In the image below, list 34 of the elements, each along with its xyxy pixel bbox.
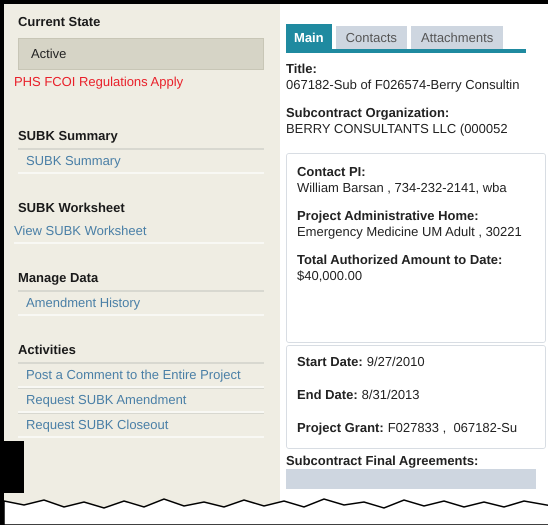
field-label: Project Grant: — [297, 420, 384, 436]
field-label: Start Date: — [297, 354, 363, 370]
field-value: BERRY CONSULTANTS LLC (000052 — [286, 121, 509, 137]
section-heading: Subcontract Final Agreements: — [286, 453, 480, 469]
sidebar-link[interactable]: Request SUBK Amendment — [18, 388, 264, 413]
section-heading: SUBK Worksheet — [18, 200, 126, 216]
field-label: Project Administrative Home: — [297, 208, 480, 224]
field-label: Contact PI: — [297, 164, 367, 180]
section-heading: Activities — [18, 342, 77, 358]
sidebar-link[interactable]: Post a Comment to the Entire Project — [18, 364, 264, 388]
field-value: Emergency Medicine UM Adult , 30221 — [297, 224, 523, 240]
tab[interactable]: Attachments — [410, 26, 504, 49]
field-value: William Barsan , 734-232-2141, wba — [297, 180, 508, 196]
field-label: Total Authorized Amount to Date: — [297, 252, 504, 268]
section-heading: Manage Data — [18, 270, 100, 286]
field-label: End Date: — [297, 387, 358, 403]
regulations-notice: PHS FCOI Regulations Apply — [14, 74, 184, 90]
sidebar-link[interactable]: View SUBK Worksheet — [14, 220, 264, 244]
field-label: Title: — [286, 61, 318, 77]
tab[interactable]: Main — [286, 24, 332, 49]
state-badge: Active — [18, 38, 264, 70]
section-heading: Current State — [18, 14, 102, 30]
field-value: $40,000.00 — [297, 268, 364, 284]
field-label: Subcontract Organization: — [286, 105, 450, 121]
field-value: F027833 , 067182-Su — [388, 420, 518, 436]
section-heading: SUBK Summary — [18, 128, 119, 144]
sidebar-link[interactable]: Request SUBK Closeout — [18, 413, 264, 438]
sidebar-link[interactable]: SUBK Summary — [18, 150, 264, 174]
edge-marker — [4, 441, 24, 493]
sidebar-link[interactable]: Amendment History — [18, 292, 264, 316]
tab[interactable]: Contacts — [336, 26, 407, 49]
field-value: 9/27/2010 — [366, 354, 425, 370]
field-value: 067182-Sub of F026574-Berry Consultin — [286, 77, 520, 93]
field-value: 8/31/2013 — [362, 387, 420, 403]
